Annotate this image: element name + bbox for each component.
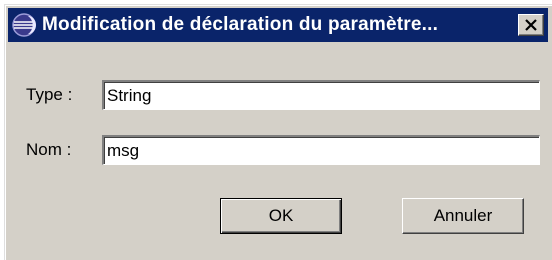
- type-field-row: Type :: [26, 80, 540, 110]
- ok-button[interactable]: OK: [220, 198, 342, 234]
- type-input[interactable]: [102, 80, 540, 110]
- dialog-window: Modification de déclaration du paramètre…: [4, 4, 552, 260]
- name-label: Nom :: [26, 140, 72, 159]
- title-bar[interactable]: Modification de déclaration du paramètre…: [8, 8, 548, 42]
- type-label: Type :: [26, 85, 73, 104]
- cancel-button[interactable]: Annuler: [402, 198, 524, 234]
- window-title: Modification de déclaration du paramètre…: [42, 14, 439, 35]
- close-x-icon: [525, 19, 537, 31]
- close-button[interactable]: [518, 14, 544, 36]
- name-input[interactable]: [102, 135, 540, 165]
- eclipse-icon: [12, 13, 36, 37]
- name-field-row: Nom :: [26, 135, 540, 165]
